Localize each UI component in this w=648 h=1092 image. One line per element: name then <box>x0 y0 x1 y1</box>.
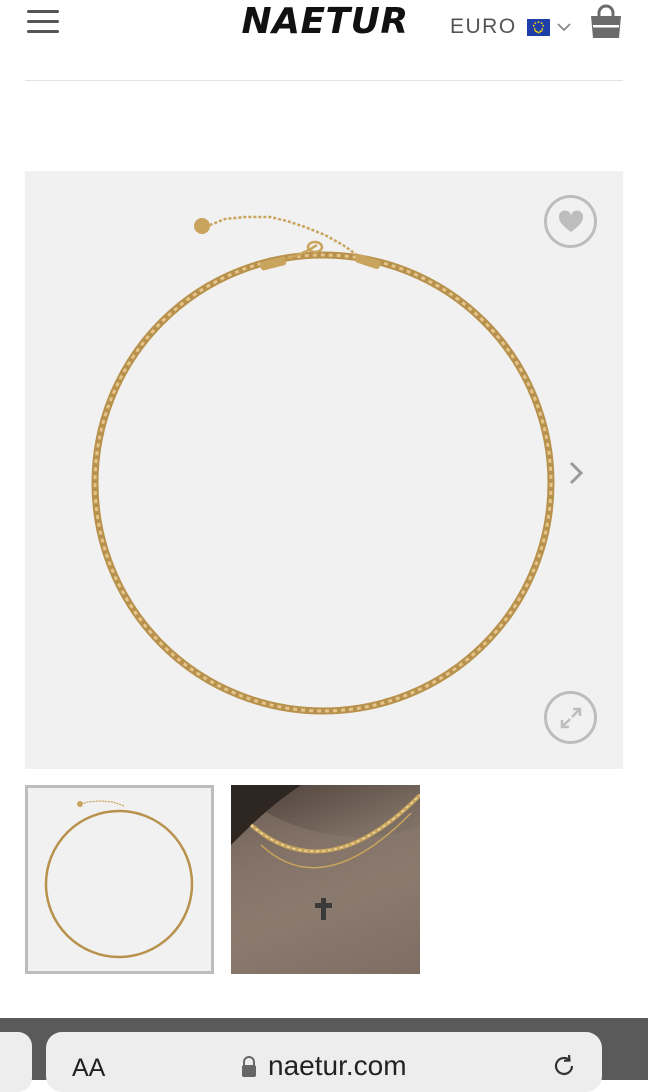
necklace-model-thumbnail[interactable] <box>231 785 420 974</box>
chevron-right-icon[interactable] <box>561 455 591 491</box>
necklace-product-thumbnail[interactable] <box>25 785 214 974</box>
text-size-button[interactable]: AA <box>72 1054 105 1083</box>
model-thumb-image <box>231 785 420 974</box>
lock-icon <box>242 1056 256 1077</box>
chevron-down-icon <box>557 23 571 32</box>
url-text: naetur.com <box>268 1050 407 1081</box>
shopping-bag-icon[interactable] <box>588 4 624 40</box>
expand-icon <box>560 707 581 728</box>
previous-tab[interactable] <box>0 1032 32 1092</box>
site-header: NAETUR EURO <box>0 0 648 80</box>
currency-label: EURO <box>450 15 517 38</box>
site-logo[interactable]: NAETUR <box>238 0 412 46</box>
heart-icon <box>558 209 583 232</box>
product-main-image[interactable] <box>25 171 623 769</box>
zoom-button[interactable] <box>544 691 597 744</box>
wishlist-button[interactable] <box>544 195 597 248</box>
reload-icon[interactable] <box>550 1052 578 1080</box>
currency-selector[interactable]: EURO <box>450 10 572 44</box>
necklace-image <box>91 215 555 715</box>
header-divider <box>25 80 623 81</box>
browser-toolbar: AA naetur.com <box>0 1018 648 1092</box>
eu-flag-icon <box>526 18 550 36</box>
address-bar[interactable]: AA naetur.com <box>46 1032 602 1092</box>
hamburger-menu-icon[interactable] <box>27 8 59 34</box>
necklace-thumb-image <box>44 800 194 959</box>
